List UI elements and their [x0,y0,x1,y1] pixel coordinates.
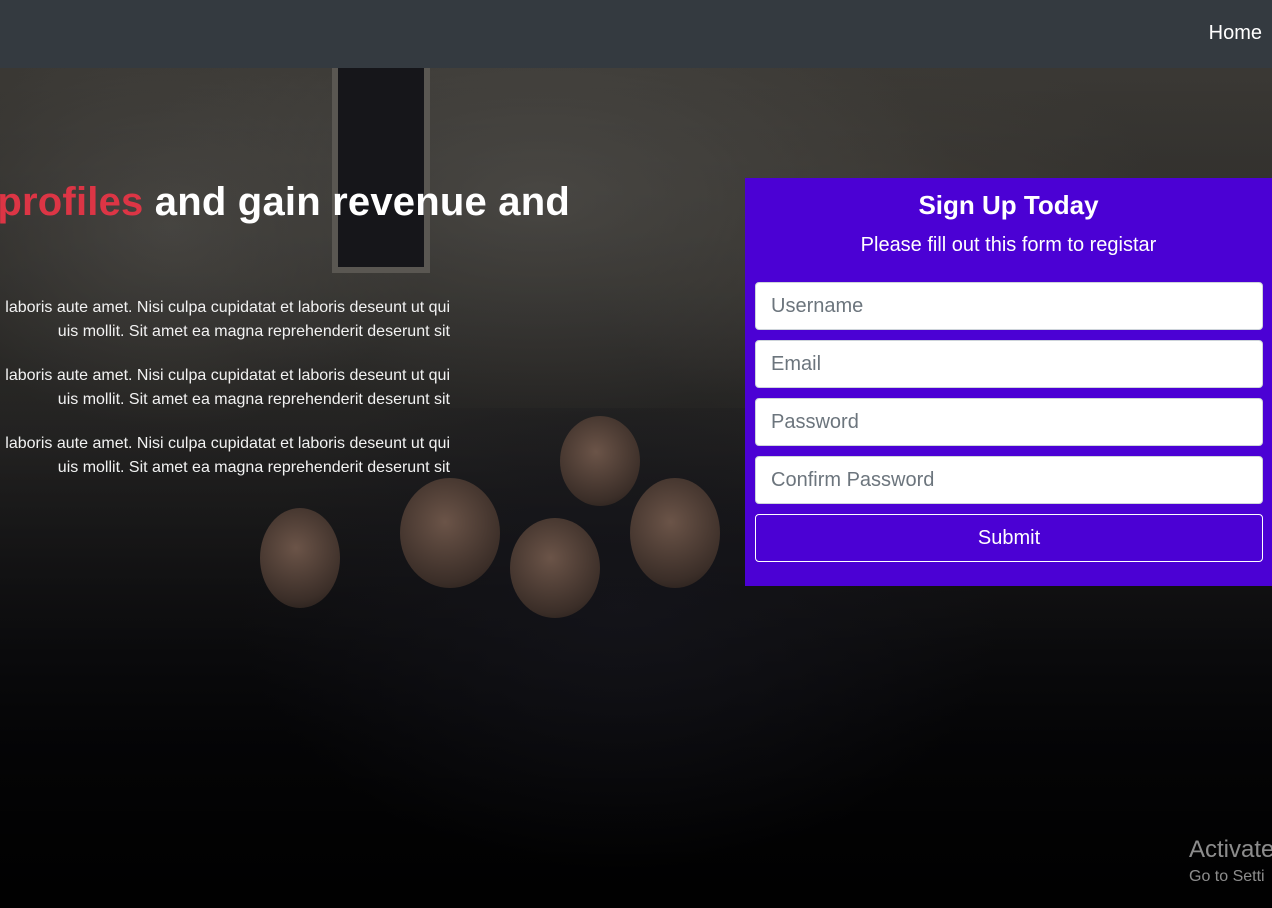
confirm-password-input[interactable] [755,456,1263,504]
hero-title-accent: al profiles [0,180,144,224]
submit-button[interactable]: Submit [755,514,1263,562]
paragraph-line: uis mollit. Sit amet ea magna reprehende… [57,323,450,340]
hero-paragraph: laboris aute amet. Nisi culpa cupidatat … [0,296,450,344]
background-head [630,478,720,588]
paragraph-line: laboris aute amet. Nisi culpa cupidatat … [5,299,450,316]
hero-title: al profiles and gain revenue and [0,180,570,225]
password-input[interactable] [755,398,1263,446]
signup-subtitle: Please fill out this form to registar [860,234,1157,256]
background-head [560,416,640,506]
signup-form: Sign Up Today Please fill out this form … [745,178,1272,586]
hero-paragraph: laboris aute amet. Nisi culpa cupidatat … [0,364,450,412]
nav-home-link[interactable]: Home [1209,22,1262,45]
signup-title: Sign Up Today [918,190,1099,220]
paragraph-line: laboris aute amet. Nisi culpa cupidatat … [5,435,450,452]
paragraph-line: uis mollit. Sit amet ea magna reprehende… [57,391,450,408]
paragraph-line: laboris aute amet. Nisi culpa cupidatat … [5,367,450,384]
paragraph-line: uis mollit. Sit amet ea magna reprehende… [57,459,450,476]
activate-windows-watermark: Activate Go to Setti [1189,835,1272,887]
background-head [510,518,600,618]
username-input[interactable] [755,282,1263,330]
top-navbar: Home [0,0,1272,68]
background-head [260,508,340,608]
activate-line2: Go to Setti [1189,868,1265,885]
email-input[interactable] [755,340,1263,388]
hero-title-rest: and gain revenue and [143,180,570,224]
background-window [332,68,430,273]
activate-line1: Activate [1189,836,1272,863]
hero-paragraphs: laboris aute amet. Nisi culpa cupidatat … [0,296,460,500]
hero-paragraph: laboris aute amet. Nisi culpa cupidatat … [0,432,450,480]
